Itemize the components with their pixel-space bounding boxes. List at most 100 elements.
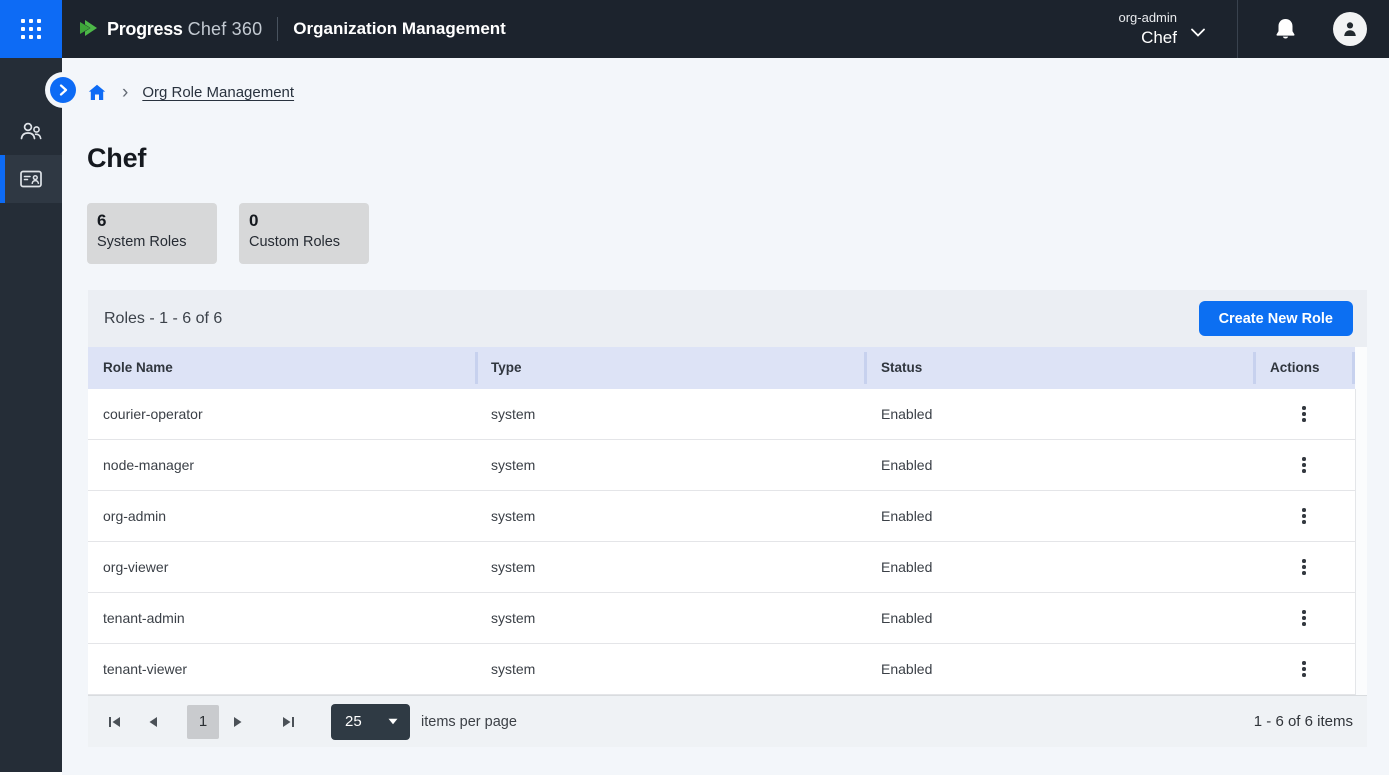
next-page-button[interactable] [229,711,245,733]
table-row: tenant-admin system Enabled [88,593,1367,644]
last-page-icon [282,716,295,728]
user-role-label: org-admin [1118,10,1177,26]
app-launcher-button[interactable] [0,0,62,58]
row-actions-kebab-menu[interactable] [1290,604,1318,632]
brand-logo: Progress Chef 360 [76,17,262,41]
cell-actions [1253,553,1355,581]
cell-role-name: courier-operator [88,406,475,422]
dropdown-arrow-icon [388,718,398,725]
stat-card-custom-roles: 0 Custom Roles [239,203,369,264]
scrollbar-track[interactable] [1355,389,1367,695]
next-page-icon [233,716,242,728]
brand-product-name: Progress [107,19,183,40]
breadcrumb-link-org-role-management[interactable]: Org Role Management [142,84,294,101]
row-actions-kebab-menu[interactable] [1290,553,1318,581]
roles-panel: Roles - 1 - 6 of 6 Create New Role Role … [88,290,1367,747]
users-icon [18,119,44,143]
column-header-actions: Actions [1253,347,1355,389]
cell-type: system [475,610,864,626]
table-row: courier-operator system Enabled [88,389,1367,440]
scrollbar-gutter [1355,347,1367,389]
cell-role-name: org-admin [88,508,475,524]
notifications-button[interactable] [1274,17,1297,42]
cell-actions [1253,400,1355,428]
cell-type: system [475,661,864,677]
cell-actions [1253,502,1355,530]
cell-role-name: tenant-viewer [88,661,475,677]
cell-status: Enabled [864,406,1253,422]
current-page-button[interactable]: 1 [187,705,219,739]
items-per-page-value: 25 [345,713,362,730]
table-row: org-admin system Enabled [88,491,1367,542]
stats-row: 6 System Roles 0 Custom Roles [87,203,369,264]
column-header-role-name: Role Name [88,347,475,389]
cell-actions [1253,604,1355,632]
bell-icon [1274,17,1297,42]
stat-label: Custom Roles [249,234,359,250]
items-per-page-label: items per page [421,714,517,730]
table-row: node-manager system Enabled [88,440,1367,491]
stat-value: 6 [97,211,207,231]
first-page-button[interactable] [106,711,122,733]
user-org-label: Chef [1118,27,1177,48]
app-root: Progress Chef 360 Organization Managemen… [0,0,1389,775]
chevron-right-icon [59,84,68,96]
cell-type: system [475,457,864,473]
table-header-row: Role Name Type Status Actions [88,347,1367,389]
brand-suite-name: Chef 360 [188,19,263,40]
table-body: courier-operator system Enabled node-man… [88,389,1367,695]
cell-status: Enabled [864,457,1253,473]
previous-page-button[interactable] [145,711,161,733]
row-actions-kebab-menu[interactable] [1290,451,1318,479]
cell-type: system [475,508,864,524]
cell-actions [1253,451,1355,479]
cell-role-name: node-manager [88,457,475,473]
table-row: org-viewer system Enabled [88,542,1367,593]
top-bar: Progress Chef 360 Organization Managemen… [0,0,1389,58]
sidebar-item-roles[interactable] [0,155,62,203]
account-button[interactable] [1333,12,1367,46]
cell-status: Enabled [864,559,1253,575]
row-actions-kebab-menu[interactable] [1290,655,1318,683]
cell-type: system [475,559,864,575]
chevron-down-icon [1191,28,1205,37]
topbar-divider [277,17,278,41]
column-header-status: Status [864,347,1253,389]
topbar-right: org-admin Chef [1118,0,1389,58]
app-launcher-grid-icon [21,19,41,39]
user-block: org-admin Chef [1118,10,1177,49]
last-page-button[interactable] [280,711,296,733]
create-new-role-button[interactable]: Create New Role [1199,301,1353,336]
panel-titlebar: Roles - 1 - 6 of 6 Create New Role [88,290,1367,347]
avatar-person-icon [1341,20,1359,38]
cell-status: Enabled [864,610,1253,626]
app-title: Organization Management [293,19,506,39]
progress-logo-icon [76,17,100,41]
first-page-icon [108,716,121,728]
cell-role-name: tenant-admin [88,610,475,626]
topbar-vertical-divider [1237,0,1238,58]
cell-role-name: org-viewer [88,559,475,575]
cell-actions [1253,655,1355,683]
stat-value: 0 [249,211,359,231]
cell-status: Enabled [864,508,1253,524]
breadcrumb-separator-icon: › [122,84,128,101]
pagination-bar: 1 25 items [88,695,1367,747]
user-menu[interactable]: org-admin Chef [1118,0,1237,58]
home-icon[interactable] [88,84,106,101]
row-actions-kebab-menu[interactable] [1290,400,1318,428]
role-card-icon [18,167,44,191]
previous-page-icon [149,716,158,728]
items-per-page-select[interactable]: 25 [331,704,410,740]
page-title: Chef [87,143,146,174]
stat-label: System Roles [97,234,207,250]
sidebar [0,58,62,772]
cell-type: system [475,406,864,422]
row-actions-kebab-menu[interactable] [1290,502,1318,530]
pagination-range-label: 1 - 6 of 6 items [1254,713,1353,730]
table-row: tenant-viewer system Enabled [88,644,1367,695]
cell-status: Enabled [864,661,1253,677]
sidebar-item-users[interactable] [0,107,62,155]
stat-card-system-roles: 6 System Roles [87,203,217,264]
sidebar-expand-button[interactable] [50,77,76,103]
